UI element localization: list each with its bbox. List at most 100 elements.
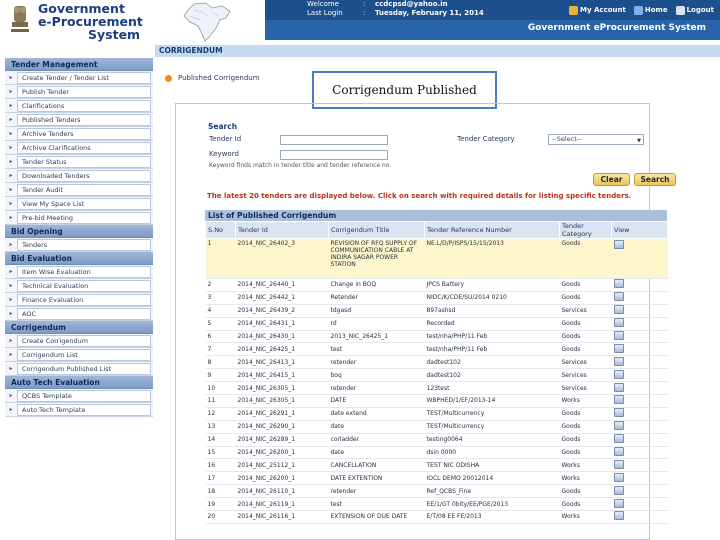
sidebar-item[interactable]: ▸ Item Wise Evaluation	[5, 265, 153, 279]
user-icon	[569, 5, 579, 15]
view-cell	[611, 381, 668, 396]
table-row: 3 2014_NIC_26442_1 Retender NIDC/K/CDE/SU/2…	[205, 291, 668, 305]
view-icon[interactable]	[613, 356, 624, 366]
chevron-right-icon: ▸	[9, 406, 13, 413]
my-account-link[interactable]: My Account	[569, 5, 626, 15]
table-cell: 2014_NIC_26289_1	[235, 433, 329, 447]
view-cell	[611, 510, 668, 524]
table-cell: Goods	[559, 433, 612, 447]
table-cell: 2014_NIC_26305_1	[235, 394, 329, 408]
table-cell: 18	[205, 484, 236, 499]
table-cell: test/nha/PHP/11 Feb	[424, 330, 560, 344]
sidebar-item[interactable]: ▸ Tender Audit	[5, 183, 153, 197]
view-icon[interactable]	[613, 382, 624, 392]
view-icon[interactable]	[613, 485, 624, 495]
view-icon[interactable]	[613, 472, 624, 482]
table-cell: test/nha/PHP/11 Feb	[424, 342, 560, 357]
welcome-bar: Welcome : ccdcpsd@yahoo.in Last Login : …	[265, 0, 720, 20]
sidebar-item[interactable]: ▸ Technical Evaluation	[5, 279, 153, 293]
sidebar-item[interactable]: ▸ Tender Status	[5, 155, 153, 169]
sidebar-item-label: Finance Evaluation	[17, 293, 151, 306]
listing-note: The latest 20 tenders are displayed belo…	[207, 192, 632, 200]
view-icon[interactable]	[613, 305, 624, 315]
view-icon[interactable]	[613, 511, 624, 521]
view-icon[interactable]	[613, 318, 624, 328]
table-row: 5 2014_NIC_26431_1 rd Recorded Goods	[205, 317, 668, 331]
chevron-right-icon: ▸	[9, 282, 13, 289]
view-icon[interactable]	[613, 343, 624, 353]
home-link[interactable]: Home	[633, 5, 668, 15]
table-cell: 2014_NIC_26430_1	[235, 330, 329, 344]
view-icon[interactable]	[613, 498, 624, 508]
chevron-right-icon: ▸	[9, 186, 13, 193]
view-icon[interactable]	[613, 331, 624, 340]
sidebar-item[interactable]: ▸ Corrigendum List	[5, 348, 153, 362]
table-cell: 2014_NIC_26200_1	[235, 471, 329, 486]
table-cell: Services	[559, 355, 612, 370]
view-icon[interactable]	[613, 421, 624, 431]
sidebar-item[interactable]: ▸ Clarifications	[5, 99, 153, 113]
sidebar-item[interactable]: ▸ Archive Clarifications	[5, 141, 153, 155]
table-cell: Services	[559, 304, 612, 318]
sidebar-section-heading: Bid Evaluation	[5, 252, 153, 265]
sidebar-item[interactable]: ▸ Pre-bid Meeting	[5, 211, 153, 225]
table-row: 9 2014_NIC_26415_1 boq dadtest102 Services	[205, 368, 668, 383]
view-cell	[611, 446, 668, 460]
chevron-right-icon: ▸	[9, 130, 13, 137]
table-cell: retender	[328, 381, 425, 396]
view-cell	[611, 342, 668, 357]
tender-category-select[interactable]: --Select-- ▼	[548, 134, 644, 145]
sidebar-item[interactable]: ▸ AOC	[5, 307, 153, 321]
tender-id-input[interactable]	[280, 135, 388, 145]
logout-link[interactable]: Logout	[675, 5, 714, 15]
sidebar-item[interactable]: ▸ Tenders	[5, 238, 153, 252]
view-icon[interactable]	[613, 434, 624, 444]
home-label: Home	[644, 6, 668, 14]
table-cell: NIDC/K/CDE/SU/2014 0210	[424, 291, 560, 305]
view-icon[interactable]	[613, 279, 624, 289]
sidebar-item[interactable]: ▸ Corrigendum Published List	[5, 362, 153, 376]
home-icon	[633, 5, 643, 15]
sidebar-item[interactable]: ▸ Publish Tender	[5, 85, 153, 99]
view-cell	[611, 407, 668, 421]
table-cell: 2014_NIC_26200_1	[235, 446, 329, 460]
view-icon[interactable]	[613, 408, 624, 418]
table-cell: 19	[205, 497, 236, 512]
sidebar-item[interactable]: ▸ Auto Tech Template	[5, 403, 153, 417]
tab-corrigendum[interactable]: CORRIGENDUM	[159, 46, 223, 55]
view-icon[interactable]	[613, 395, 624, 405]
table-cell: Works	[559, 471, 612, 486]
view-icon[interactable]	[613, 292, 624, 302]
table-cell: 2	[205, 278, 236, 292]
view-cell	[611, 433, 668, 447]
table-row: 2 2014_NIC_26440_1 Change in BOQ JPCS Batte…	[205, 278, 668, 292]
sidebar-item[interactable]: ▸ QCBS Template	[5, 389, 153, 403]
view-cell	[611, 330, 668, 344]
table-cell: 8	[205, 355, 236, 370]
sidebar-item[interactable]: ▸ Create Corrigendum	[5, 334, 153, 348]
view-icon[interactable]	[613, 240, 624, 249]
table-cell: Retender	[328, 291, 425, 305]
keyword-input[interactable]	[280, 150, 388, 160]
sidebar-item-label: Item Wise Evaluation	[17, 265, 151, 278]
search-button[interactable]: Search	[634, 173, 676, 186]
sidebar-item[interactable]: ▸ Published Tenders	[5, 113, 153, 127]
table-cell: date	[328, 446, 425, 460]
sidebar-item[interactable]: ▸ Create Tender / Tender List	[5, 71, 153, 85]
sidebar-item[interactable]: ▸ Archive Tenders	[5, 127, 153, 141]
chevron-right-icon: ▸	[9, 310, 13, 317]
table-cell: dsin 0000	[424, 446, 560, 460]
table-cell: boq	[328, 368, 425, 383]
sidebar-item[interactable]: ▸ Finance Evaluation	[5, 293, 153, 307]
view-cell	[611, 368, 668, 383]
table-cell: NE.L/D/P/ISPS/15/15/2013	[424, 238, 560, 279]
clear-button[interactable]: Clear	[593, 173, 630, 186]
header: Government e-Procurement System Welcome …	[0, 0, 720, 45]
sidebar-item[interactable]: ▸ Downloaded Tenders	[5, 169, 153, 183]
sidebar-item[interactable]: ▸ View My Space List	[5, 197, 153, 211]
view-icon[interactable]	[613, 369, 624, 379]
table-cell: Services	[559, 381, 612, 396]
view-icon[interactable]	[613, 447, 624, 457]
view-icon[interactable]	[613, 459, 624, 469]
table-cell: Goods	[559, 420, 612, 434]
